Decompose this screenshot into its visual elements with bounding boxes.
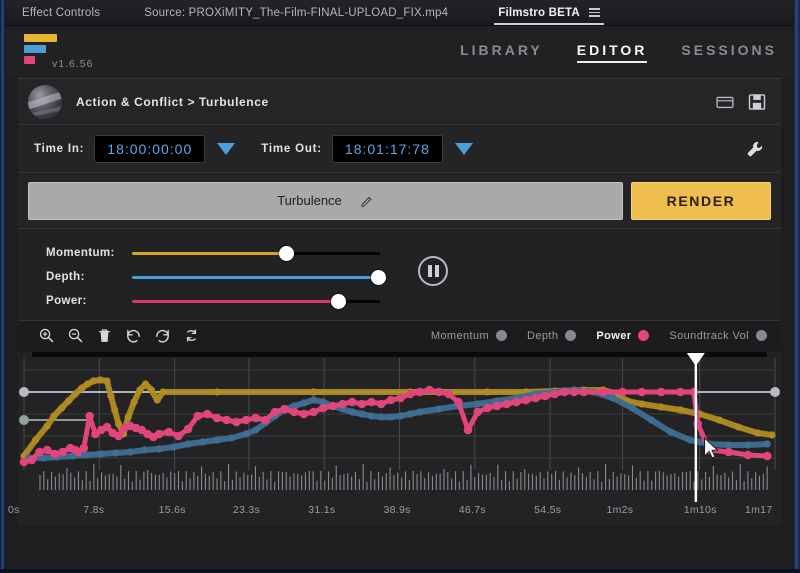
trash-icon[interactable] — [96, 327, 113, 344]
axis-tick-label: 1m10s — [683, 504, 717, 516]
slider-momentum-fill — [132, 251, 286, 255]
tab-source-clip-label: Source: PROXiMITY_The-Film-FINAL-UPLOAD_… — [144, 6, 449, 19]
axis-tick-label: 0s — [8, 504, 20, 516]
zoom-in-icon[interactable] — [38, 327, 55, 344]
legend-momentum-label: Momentum — [430, 329, 490, 342]
legend-depth[interactable]: Depth — [527, 329, 577, 342]
legend-depth-label: Depth — [527, 329, 559, 342]
brand-bar: v1.6.56 LIBRARY EDITOR SESSIONS — [6, 26, 793, 78]
title-render-bar: Turbulence RENDER — [18, 172, 781, 228]
slider-momentum[interactable]: Momentum: — [46, 241, 781, 265]
breadcrumb-actions — [715, 92, 767, 112]
undo-icon[interactable] — [125, 327, 142, 344]
legend-power-label: Power — [596, 329, 632, 342]
slider-depth-label: Depth: — [46, 271, 85, 283]
pencil-edit-icon[interactable] — [360, 194, 374, 208]
slider-depth-knob[interactable] — [370, 269, 386, 285]
time-out-field[interactable]: 18:01:17:78 — [331, 134, 443, 163]
tab-active-underline — [494, 22, 604, 25]
open-folder-icon[interactable] — [715, 92, 735, 112]
legend-soundtrack-vol-dot[interactable] — [756, 330, 767, 341]
legend-power-dot[interactable] — [638, 330, 650, 341]
slider-power-label: Power: — [46, 295, 87, 307]
legend-momentum[interactable]: Momentum — [430, 329, 508, 342]
axis-tick-label: 54.5s — [534, 504, 562, 516]
timeline-axis: 0s 7.8s 15.6s 23.3s 31.1s 38.9s 46.7s 54.5s 1m2s… — [8, 502, 781, 526]
slider-depth-track[interactable] — [132, 269, 386, 285]
slider-momentum-track[interactable] — [132, 245, 380, 261]
track-name-value: Turbulence — [277, 193, 342, 208]
track-name-field[interactable]: Turbulence — [28, 181, 623, 220]
breadcrumb-bar: Action & Conflict > Turbulence — [18, 78, 781, 124]
legend-depth-dot[interactable] — [565, 330, 577, 341]
render-button[interactable]: RENDER — [631, 181, 771, 220]
automation-graph-canvas[interactable] — [18, 352, 781, 502]
tab-filmstro-beta[interactable]: Filmstro BETA — [488, 0, 610, 26]
slider-power-track[interactable] — [132, 293, 380, 309]
time-in-dropdown-icon[interactable] — [217, 142, 236, 155]
time-in-field[interactable]: 18:00:00:00 — [94, 134, 206, 163]
slider-power[interactable]: Power: — [46, 289, 781, 313]
version-label: v1.6.56 — [52, 58, 94, 70]
axis-tick-label: 15.6s — [158, 504, 186, 516]
slider-depth[interactable]: Depth: — [46, 265, 781, 289]
redo-icon[interactable] — [154, 327, 171, 344]
axis-tick-label: 1m2s — [606, 504, 634, 516]
axis-tick-label: 31.1s — [308, 504, 336, 516]
slider-power-knob[interactable] — [330, 293, 346, 309]
reset-icon[interactable] — [183, 327, 200, 344]
automation-graph[interactable] — [18, 352, 781, 502]
time-in-label: Time In: — [34, 142, 85, 155]
tab-effect-controls-label: Effect Controls — [22, 6, 101, 19]
pause-button[interactable] — [418, 256, 448, 286]
nav-sessions[interactable]: SESSIONS — [681, 42, 777, 62]
graph-toolbar: Momentum Depth Power Soundtrack Vol — [18, 320, 781, 350]
wrench-icon[interactable] — [745, 139, 765, 159]
legend-soundtrack-vol[interactable]: Soundtrack Vol — [669, 330, 767, 342]
nav-editor[interactable]: EDITOR — [576, 42, 648, 63]
slider-momentum-label: Momentum: — [46, 247, 115, 259]
legend-power[interactable]: Power — [596, 329, 650, 342]
filmstro-plugin-window: Effect Controls Source: PROXiMITY_The-Fi… — [0, 0, 800, 573]
slider-depth-fill — [132, 275, 378, 279]
time-out-dropdown-icon[interactable] — [454, 142, 473, 155]
window-edge-bottom — [0, 569, 800, 573]
slider-power-fill — [132, 299, 338, 303]
save-floppy-icon[interactable] — [747, 92, 767, 112]
axis-tick-label: 1m17 — [745, 504, 773, 516]
parameter-sliders: Momentum: Depth: Power: — [18, 228, 781, 320]
legend-soundtrack-vol-label: Soundtrack Vol — [669, 329, 749, 342]
slider-momentum-knob[interactable] — [278, 245, 294, 261]
time-out-label: Time Out: — [261, 142, 322, 155]
nav-library[interactable]: LIBRARY — [460, 42, 543, 62]
legend-momentum-dot[interactable] — [496, 330, 508, 341]
time-controls-bar: Time In: 18:00:00:00 Time Out: 18:01:17:… — [18, 124, 781, 172]
curve-legend: Momentum Depth Power Soundtrack Vol — [431, 330, 767, 342]
breadcrumb[interactable]: Action & Conflict > Turbulence — [76, 95, 269, 109]
plugin-panel: v1.6.56 LIBRARY EDITOR SESSIONS Action &… — [6, 26, 793, 569]
window-edge-right — [793, 0, 800, 573]
axis-tick-label: 7.8s — [83, 504, 105, 516]
hamburger-menu-icon[interactable] — [588, 8, 600, 17]
main-navigation: LIBRARY EDITOR SESSIONS — [460, 42, 777, 63]
tab-effect-controls[interactable]: Effect Controls — [12, 0, 110, 26]
axis-tick-label: 38.9s — [383, 504, 411, 516]
axis-tick-label: 23.3s — [232, 504, 261, 516]
window-edge-left — [0, 0, 6, 573]
graph-tool-buttons — [38, 327, 200, 344]
album-artwork-thumbnail — [28, 84, 62, 119]
axis-tick-label: 46.7s — [458, 504, 486, 516]
host-tab-bar: Effect Controls Source: PROXiMITY_The-Fi… — [0, 0, 800, 26]
tab-source-clip[interactable]: Source: PROXiMITY_The-Film-FINAL-UPLOAD_… — [134, 0, 458, 26]
zoom-out-icon[interactable] — [67, 327, 84, 344]
